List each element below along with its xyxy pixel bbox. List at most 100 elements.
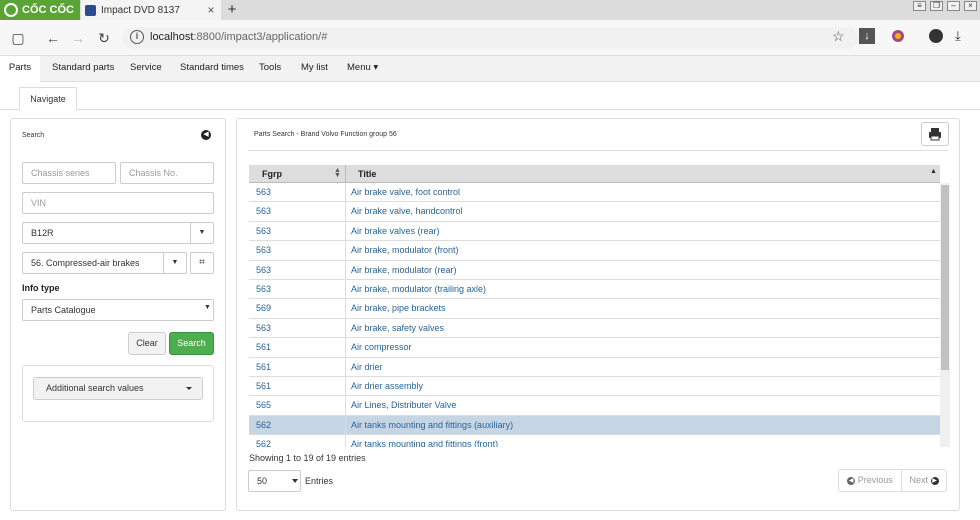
vin-input[interactable]: VIN [22, 192, 214, 214]
info-type-select[interactable]: Parts Catalogue [22, 299, 214, 321]
window-menu-icon[interactable]: ≡ [913, 1, 926, 11]
fgrp-cell[interactable]: 562 [256, 420, 271, 430]
table-row[interactable]: 569 Air brake, pipe brackets [249, 299, 940, 319]
forward-arrow-icon[interactable]: → [68, 28, 88, 48]
column-header-fgrp[interactable]: Fgrp [262, 169, 282, 179]
table-row[interactable]: 561 Air compressor [249, 338, 940, 358]
table-row[interactable]: 563 Air brake, modulator (front) [249, 241, 940, 261]
scrollbar-thumb[interactable] [941, 185, 949, 370]
new-tab-button[interactable]: + [224, 0, 240, 20]
model-select[interactable]: B12R [22, 222, 192, 244]
url-text[interactable]: localhost:8800/impact3/application/# [150, 31, 327, 43]
back-arrow-icon[interactable]: ← [43, 28, 63, 48]
title-cell[interactable]: Air brake, modulator (rear) [351, 265, 457, 275]
function-group-dropdown-button[interactable]: ▼ [163, 252, 187, 274]
title-cell[interactable]: Air brake, modulator (trailing axle) [351, 284, 486, 294]
fgrp-cell[interactable]: 565 [256, 400, 271, 410]
title-cell[interactable]: Air drier assembly [351, 381, 423, 391]
title-cell[interactable]: Air brake valve, foot control [351, 187, 460, 197]
scan-qr-icon[interactable]: ⌗ [190, 252, 214, 274]
title-cell[interactable]: Air brake, pipe brackets [351, 303, 446, 313]
menu-my-list[interactable]: My list [301, 56, 328, 82]
window-minimize-icon[interactable]: – [947, 1, 960, 11]
function-group-select[interactable]: 56. Compressed-air brakes [22, 252, 165, 274]
fgrp-cell[interactable]: 563 [256, 323, 271, 333]
downloads-icon[interactable]: ⤓ [955, 28, 961, 44]
menu-tools[interactable]: Tools [259, 56, 281, 82]
tab-close-icon[interactable]: × [205, 3, 217, 17]
menu-parts[interactable]: Parts [0, 56, 40, 82]
fgrp-cell[interactable]: 563 [256, 226, 271, 236]
cell-separator [345, 221, 346, 241]
extension-icon[interactable] [892, 30, 904, 42]
table-row[interactable]: 562 Air tanks mounting and fittings (fron… [249, 435, 940, 447]
collapse-panel-icon[interactable]: ◀ [201, 130, 211, 140]
table-row[interactable]: 563 Air brake, modulator (rear) [249, 260, 940, 280]
title-cell[interactable]: Air tanks mounting and fittings (auxilia… [351, 420, 513, 430]
fgrp-cell[interactable]: 563 [256, 245, 271, 255]
cell-separator [345, 183, 346, 202]
chassis-series-input[interactable]: Chassis series [22, 162, 116, 184]
fgrp-cell[interactable]: 563 [256, 187, 271, 197]
browser-tab-active[interactable]: Impact DVD 8137 [81, 0, 221, 20]
column-header-title[interactable]: Title [358, 169, 376, 179]
fgrp-cell[interactable]: 561 [256, 342, 271, 352]
model-dropdown-button[interactable]: ▼ [190, 222, 214, 244]
fgrp-cell[interactable]: 561 [256, 381, 271, 391]
sort-ascending-icon[interactable]: ▲ [930, 168, 937, 175]
additional-search-values-button[interactable]: Additional search values [33, 377, 203, 400]
table-row[interactable]: 561 Air drier [249, 357, 940, 377]
bookmark-star-icon[interactable]: ☆ [832, 28, 845, 45]
table-row[interactable]: 563 Air brake valve, handcontrol [249, 202, 940, 222]
title-cell[interactable]: Air drier [351, 362, 383, 372]
site-info-icon[interactable]: i [130, 30, 144, 44]
table-row[interactable]: 563 Air brake valves (rear) [249, 221, 940, 242]
account-avatar-icon[interactable] [929, 29, 943, 43]
menu-service[interactable]: Service [130, 56, 162, 82]
fgrp-cell[interactable]: 563 [256, 284, 271, 294]
title-cell[interactable]: Air brake valve, handcontrol [351, 206, 463, 216]
previous-page-button[interactable]: ◀ Previous [838, 469, 902, 492]
title-cell[interactable]: Air brake valves (rear) [351, 226, 440, 236]
fgrp-cell[interactable]: 562 [256, 439, 271, 447]
tab-navigate[interactable]: Navigate [19, 87, 77, 110]
table-row[interactable]: 563 Air brake valve, foot control [249, 183, 940, 203]
table-row[interactable]: 562 Air tanks mounting and fittings (auxi… [249, 415, 940, 436]
clear-button[interactable]: Clear [128, 332, 166, 355]
cell-separator [345, 279, 346, 299]
print-button[interactable] [921, 122, 949, 146]
table-row[interactable]: 563 Air brake, safety valves [249, 318, 940, 339]
chassis-no-input[interactable]: Chassis No. [120, 162, 214, 184]
info-type-label: Info type [22, 283, 60, 293]
title-cell[interactable]: Air compressor [351, 342, 412, 352]
menu-standard-times[interactable]: Standard times [180, 56, 244, 82]
entries-label: Entries [305, 476, 334, 486]
cell-separator [345, 318, 346, 338]
sort-both-icon[interactable]: ▲ ▼ [334, 167, 341, 179]
next-page-button[interactable]: Next ▶ [901, 469, 947, 492]
printer-icon [929, 128, 941, 141]
menu-more[interactable]: Menu ▾ [347, 56, 378, 82]
table-row[interactable]: 563 Air brake, modulator (trailing axle) [249, 279, 940, 300]
window-close-icon[interactable]: × [964, 1, 977, 11]
title-cell[interactable]: Air tanks mounting and fittings (front) [351, 439, 498, 447]
fgrp-cell[interactable]: 563 [256, 265, 271, 275]
cell-separator [345, 202, 346, 221]
download-box-icon[interactable]: ↓ [859, 28, 875, 44]
title-cell[interactable]: Air Lines, Distributer Valve [351, 400, 456, 410]
browser-logo[interactable]: CỐC CỐC [0, 0, 80, 20]
chevron-down-icon [186, 387, 192, 390]
table-row[interactable]: 561 Air drier assembly [249, 376, 940, 397]
cell-separator [345, 415, 346, 435]
window-restore-icon[interactable]: ❐ [930, 1, 943, 11]
title-cell[interactable]: Air brake, safety valves [351, 323, 444, 333]
fgrp-cell[interactable]: 569 [256, 303, 271, 313]
reload-icon[interactable]: ↻ [94, 28, 114, 48]
fgrp-cell[interactable]: 561 [256, 362, 271, 372]
title-cell[interactable]: Air brake, modulator (front) [351, 245, 459, 255]
table-row[interactable]: 565 Air Lines, Distributer Valve [249, 396, 940, 416]
search-button[interactable]: Search [169, 332, 214, 355]
fgrp-cell[interactable]: 563 [256, 206, 271, 216]
menu-standard-parts[interactable]: Standard parts [52, 56, 114, 82]
sidebar-toggle-icon[interactable]: ▢ [8, 28, 28, 48]
